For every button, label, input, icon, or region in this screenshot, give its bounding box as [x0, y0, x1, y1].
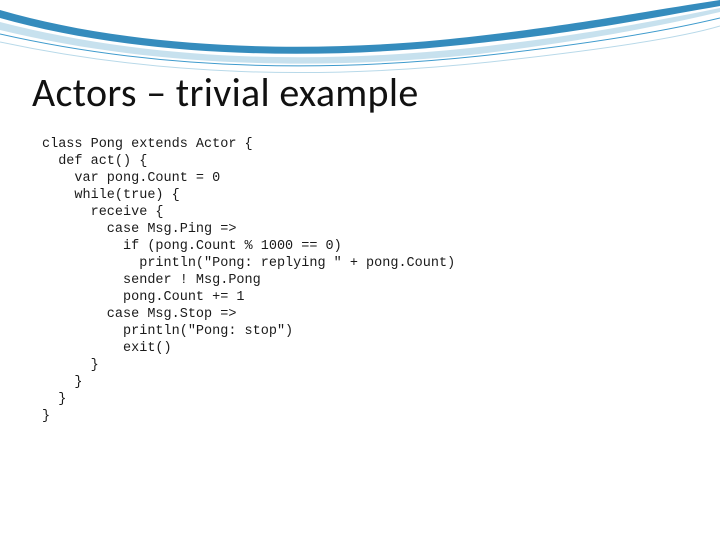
code-block: class Pong extends Actor { def act() { v… — [42, 136, 455, 425]
slide-title: Actors – trivial example — [32, 68, 419, 117]
